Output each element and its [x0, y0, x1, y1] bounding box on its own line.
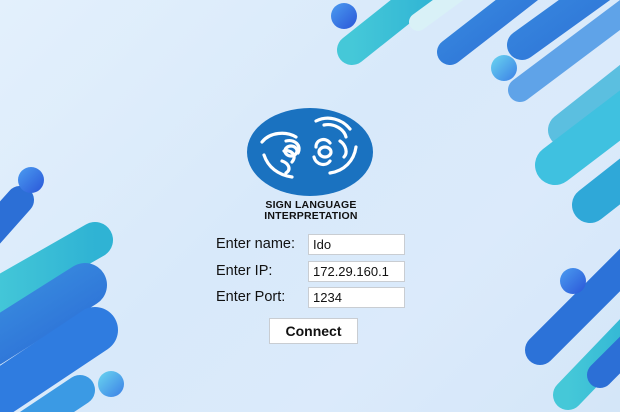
port-field[interactable]: [308, 287, 405, 308]
connect-button[interactable]: Connect: [269, 318, 358, 344]
name-field[interactable]: [308, 234, 405, 255]
port-label: Enter Port:: [216, 289, 286, 305]
ip-field[interactable]: [308, 261, 405, 282]
name-label: Enter name:: [216, 236, 295, 252]
ip-label: Enter IP:: [216, 263, 273, 279]
logo-caption: SIGN LANGUAGE INTERPRETATION: [236, 200, 386, 222]
logo-title-line2: INTERPRETATION: [264, 210, 358, 222]
connection-window: SIGN LANGUAGE INTERPRETATION Enter name:…: [0, 0, 620, 412]
